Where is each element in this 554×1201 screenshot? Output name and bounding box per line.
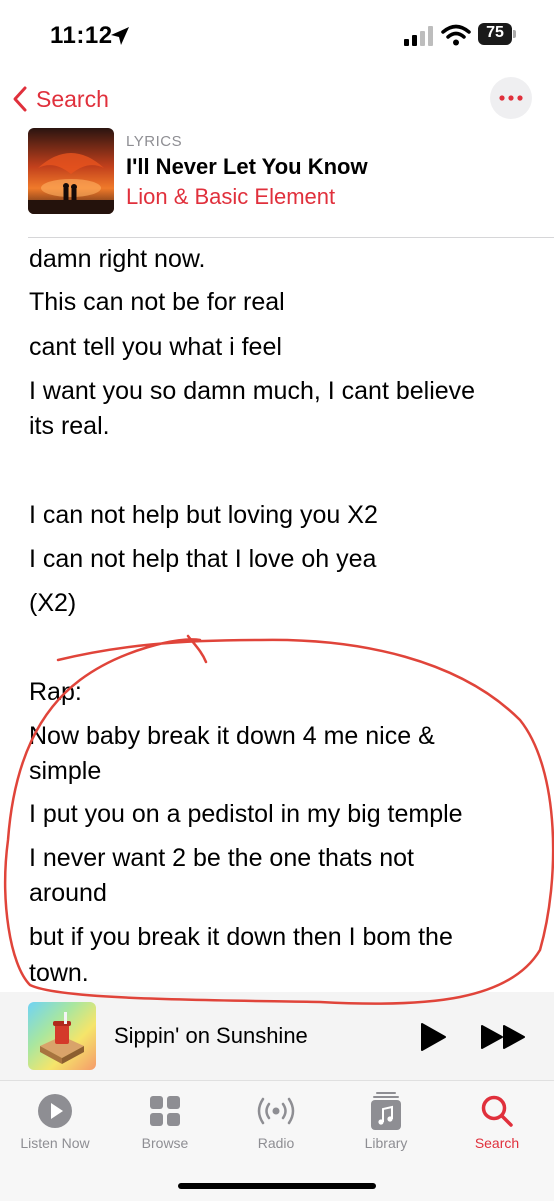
library-icon [366,1091,406,1131]
now-playing-title: Sippin' on Sunshine [114,1023,308,1048]
home-indicator [178,1183,376,1189]
mini-player[interactable]: Sippin' on Sunshine [0,992,554,1080]
lyric-line: Rap: [29,678,82,706]
cellular-signal-icon [404,26,433,46]
lyric-line: I never want 2 be the one thats not [29,844,414,872]
lyric-line: damn right now. [29,245,206,273]
status-time: 11:12 [50,22,113,49]
artist-link[interactable]: Lion & Basic Element [126,184,335,210]
battery-level: 75 [486,24,504,41]
lyric-line: but if you break it down then I bom the [29,923,453,951]
tab-label: Listen Now [20,1135,90,1151]
battery-indicator: 75 [478,23,518,45]
song-header: LYRICS I'll Never Let You Know Lion & Ba… [28,128,554,238]
wifi-icon [441,24,471,46]
chevron-left-icon [13,86,27,112]
tab-label: Radio [257,1135,295,1151]
lyric-line: Now baby break it down 4 me nice & [29,722,435,750]
tab-search[interactable]: Search [442,1091,552,1151]
header-divider [28,237,554,238]
lyric-line: simple [29,757,102,785]
tab-label: Library [364,1135,408,1151]
play-circle-icon [35,1091,75,1131]
lyric-line: I put you on a pedistol in my big temple [29,800,463,828]
status-bar: 11:12 75 [0,0,554,72]
lyric-line: (X2) [29,589,77,617]
play-icon[interactable] [418,1022,448,1052]
back-button-label: Search [36,85,109,112]
lyric-line: its real. [29,412,110,440]
lyric-line: This can not be for real [29,288,285,316]
lyric-line: I can not help that I love oh yea [29,545,377,573]
tab-browse[interactable]: Browse [110,1091,220,1151]
lyric-line: town. [29,959,89,987]
lyric-line: I can not help but loving you X2 [29,501,378,529]
tab-radio[interactable]: Radio [221,1091,331,1151]
now-playing-artwork [28,1002,96,1070]
album-artwork[interactable] [28,128,114,214]
tab-library[interactable]: Library [331,1091,441,1151]
fast-forward-icon[interactable] [480,1024,528,1050]
song-title: I'll Never Let You Know [126,154,368,179]
tab-label: Search [474,1135,520,1151]
search-icon [477,1091,517,1131]
lyric-line: I want you so damn much, I cant believe [29,377,476,405]
grid-icon [145,1091,185,1131]
ellipsis-icon [499,95,523,101]
tab-label: Browse [141,1135,189,1151]
location-arrow-icon [111,27,129,45]
lyric-line: cant tell you what i feel [29,333,282,361]
section-label: LYRICS [126,133,183,150]
back-button[interactable]: Search [12,82,109,116]
tab-listen-now[interactable]: Listen Now [0,1091,110,1151]
radio-icon [256,1091,296,1131]
lyric-line: around [29,879,107,907]
more-options-button[interactable] [490,77,532,119]
